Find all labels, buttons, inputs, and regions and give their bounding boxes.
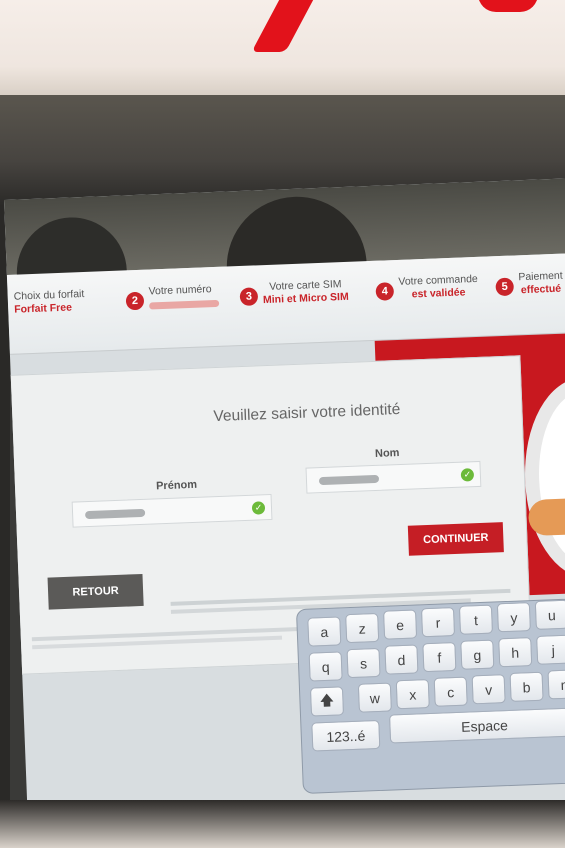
continue-button[interactable]: CONTINUER xyxy=(407,522,504,556)
step-carte-sim: 3 Votre carte SIM Mini et Micro SIM xyxy=(239,278,349,308)
step-value: effectué xyxy=(520,282,562,297)
key[interactable]: q xyxy=(308,651,343,682)
on-screen-keyboard: a z e r t y u i q s d f g h j k 🡅 w x c … xyxy=(295,596,565,794)
key[interactable]: f xyxy=(422,642,457,673)
key[interactable]: g xyxy=(460,639,495,670)
key[interactable]: b xyxy=(509,671,544,702)
step-label: Votre numéro xyxy=(148,283,212,298)
check-icon: ✓ xyxy=(251,501,266,515)
kiosk-photo: Choix du forfait Forfait Free 2 Votre nu… xyxy=(0,0,565,848)
key[interactable]: j xyxy=(536,634,565,665)
key[interactable]: n xyxy=(547,669,565,700)
brand-logo-part xyxy=(478,0,538,12)
step-label: Paiement xyxy=(518,269,563,284)
step-label: Votre commande xyxy=(398,272,478,288)
shift-key[interactable]: 🡅 xyxy=(309,686,345,717)
redacted-value xyxy=(85,508,146,520)
step-value: Forfait Free xyxy=(13,301,73,316)
step-value: est validée xyxy=(411,286,466,301)
key[interactable]: r xyxy=(420,607,456,638)
key[interactable]: d xyxy=(384,644,419,675)
space-key[interactable]: Espace xyxy=(389,707,565,744)
step-value: Mini et Micro SIM xyxy=(262,290,349,307)
step-forfait: Choix du forfait Forfait Free xyxy=(13,288,85,317)
prenom-label: Prénom xyxy=(155,478,198,493)
key[interactable]: u xyxy=(534,599,565,630)
kiosk-base xyxy=(0,800,565,848)
key[interactable]: z xyxy=(345,612,380,644)
brand-logo xyxy=(251,0,319,52)
back-button[interactable]: RETOUR xyxy=(47,573,144,610)
step-commande: 4 Votre commande est validée xyxy=(375,273,478,303)
step-number-badge: 4 xyxy=(375,282,395,301)
step-number-badge: 3 xyxy=(239,287,259,307)
key[interactable]: t xyxy=(458,604,494,635)
key[interactable]: x xyxy=(395,679,430,710)
step-paiement: 5 Paiement effectué xyxy=(495,270,563,299)
key[interactable]: h xyxy=(498,637,533,668)
kiosk-screen: Choix du forfait Forfait Free 2 Votre nu… xyxy=(4,177,565,830)
finger-reflection xyxy=(527,497,565,537)
key[interactable]: a xyxy=(307,616,342,647)
step-numero: 2 Votre numéro xyxy=(125,283,220,311)
numbers-key[interactable]: 123..é xyxy=(311,719,381,752)
redacted-value xyxy=(318,474,380,486)
prenom-field[interactable]: ✓ xyxy=(71,493,273,528)
key[interactable]: s xyxy=(346,647,381,679)
redacted-value xyxy=(149,299,220,310)
step-number-badge: 5 xyxy=(495,277,515,297)
form-title: Veuillez saisir votre identité xyxy=(213,400,401,426)
nom-field[interactable]: ✓ xyxy=(305,460,482,494)
key[interactable]: y xyxy=(496,602,531,633)
key[interactable]: v xyxy=(471,674,506,705)
kiosk-header-light xyxy=(0,0,565,95)
key[interactable]: w xyxy=(357,682,392,713)
nom-label: Nom xyxy=(374,447,400,460)
key[interactable]: c xyxy=(433,676,468,707)
step-number-badge: 2 xyxy=(125,291,145,311)
step-label: Choix du forfait xyxy=(13,287,85,303)
check-icon: ✓ xyxy=(460,468,475,482)
key[interactable]: e xyxy=(383,609,418,640)
